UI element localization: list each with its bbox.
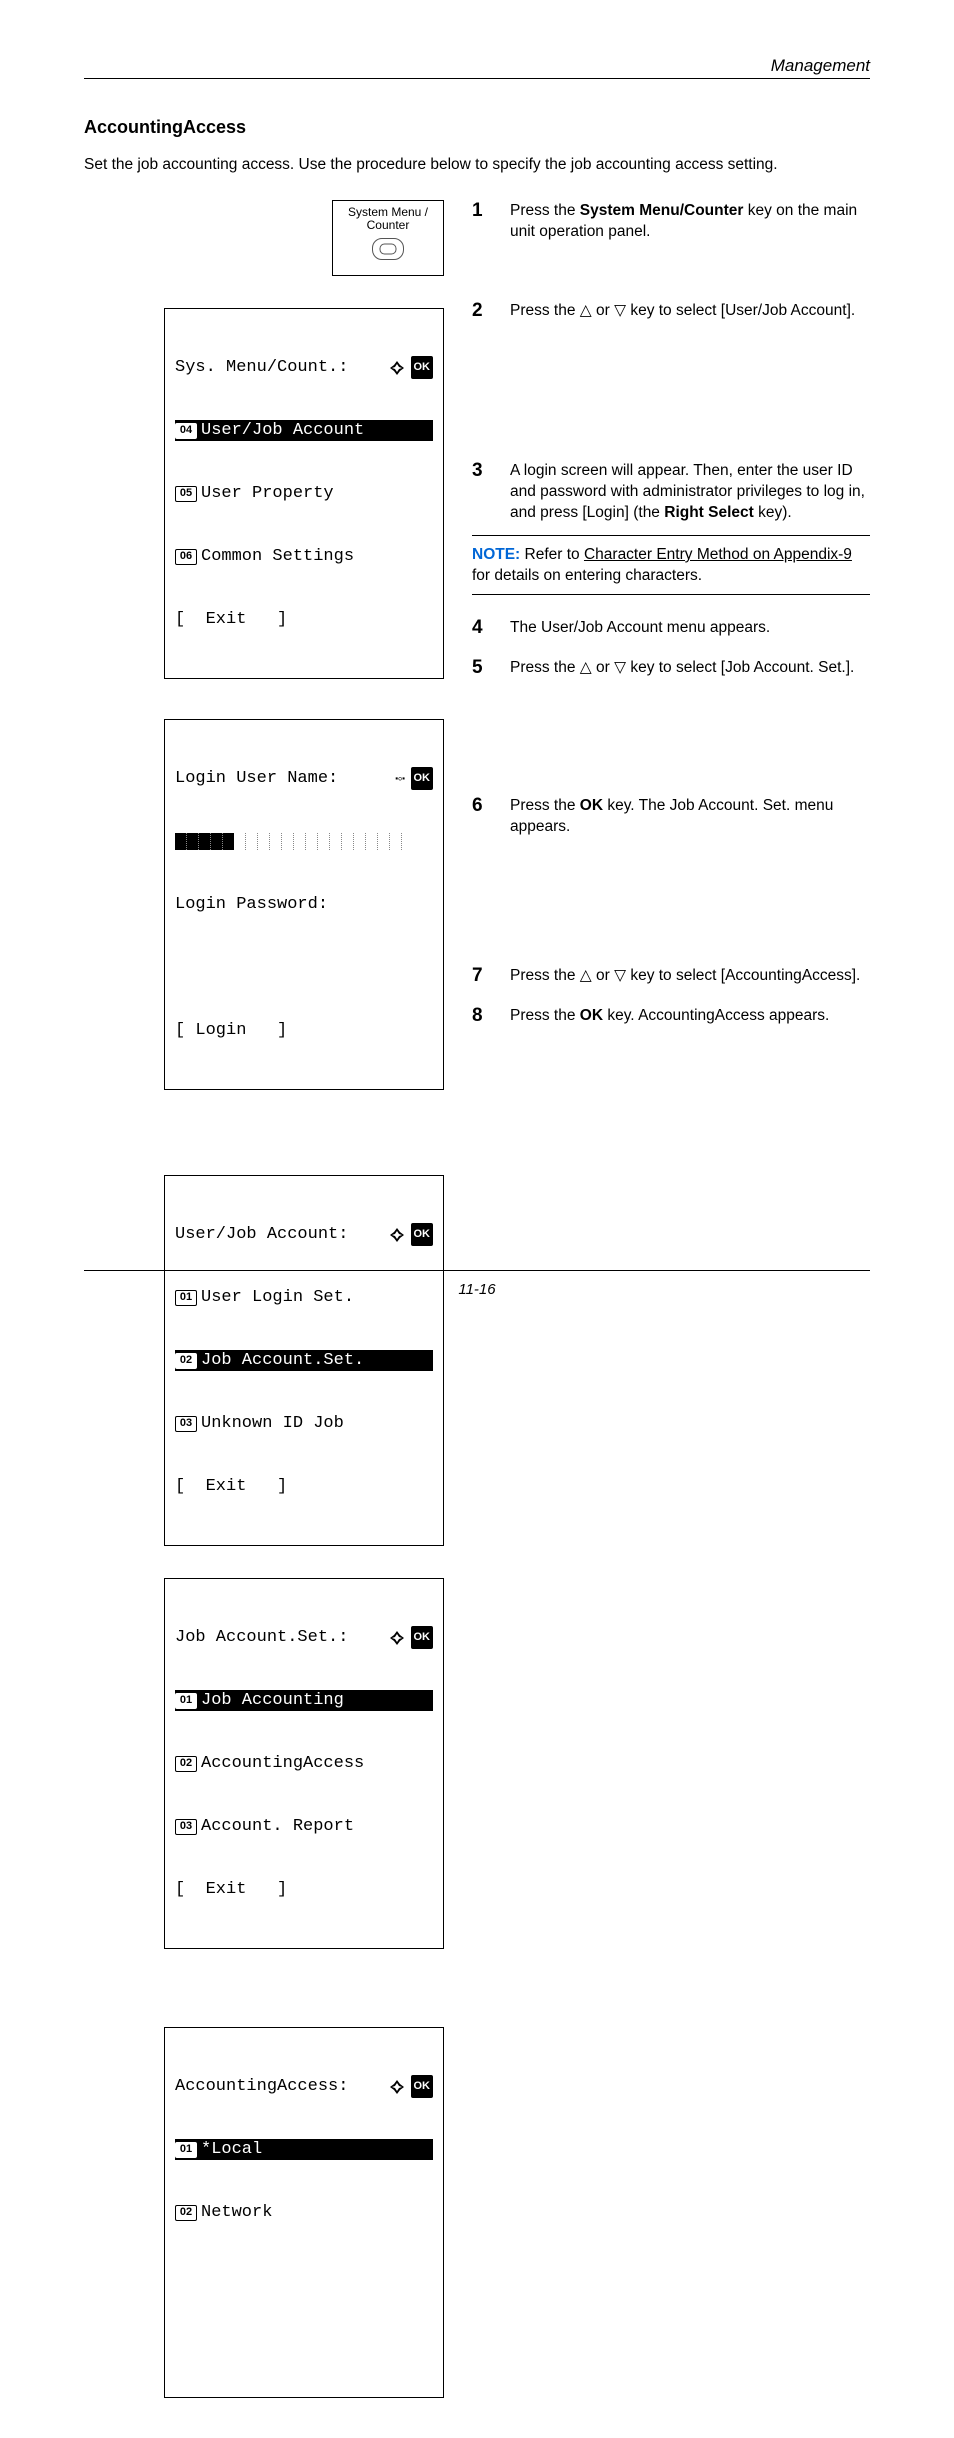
menu-label: *Local <box>201 2139 262 2160</box>
menu-label: Job Account.Set. <box>201 1350 364 1371</box>
step-7: 7 Press the △ or ▽ key to select [Accoun… <box>472 965 870 987</box>
step-text: Press the △ or ▽ key to select [Accounti… <box>510 967 860 984</box>
header-rule <box>84 78 870 79</box>
nav-ok-icon: OK <box>389 1626 434 1649</box>
menu-num: 06 <box>175 549 197 565</box>
lcd-job-account-set: Job Account.Set.: OK 01Job Accounting 02… <box>164 1578 444 1949</box>
step-2: 2 Press the △ or ▽ key to select [User/J… <box>472 300 870 322</box>
note-post: for details on entering characters. <box>472 567 702 584</box>
step-bold: OK <box>580 1007 603 1024</box>
menu-label: Account. Report <box>201 1816 354 1837</box>
step-bold: Right Select <box>664 504 754 521</box>
note-label: NOTE: <box>472 546 520 563</box>
step-text: Press the △ or ▽ key to select [Job Acco… <box>510 659 854 676</box>
right-column: 1 Press the System Menu/Counter key on t… <box>472 200 870 2438</box>
step-3: 3 A login screen will appear. Then, ente… <box>472 460 870 523</box>
left-column: System Menu / Counter Sys. Menu/Count.: … <box>84 200 444 2438</box>
step-number: 4 <box>472 617 490 639</box>
step-bold: System Menu/Counter <box>580 202 744 219</box>
step-number: 7 <box>472 965 490 987</box>
softkey-login: [ Login ] <box>175 1020 433 1041</box>
step-number: 2 <box>472 300 490 322</box>
key-button-icon <box>372 238 404 260</box>
header-category: Management <box>84 56 870 76</box>
page-footer: 11-16 <box>0 1270 954 1298</box>
step-8: 8 Press the OK key. AccountingAccess app… <box>472 1005 870 1027</box>
step-text-post: key). <box>754 504 792 521</box>
menu-num: 04 <box>175 423 197 439</box>
lcd-title: Job Account.Set.: <box>175 1627 348 1648</box>
note-pre: Refer to <box>520 546 584 563</box>
step-number: 8 <box>472 1005 490 1027</box>
step-number: 3 <box>472 460 490 523</box>
lcd-title: Login User Name: <box>175 768 338 789</box>
lcd-sys-menu: Sys. Menu/Count.: OK 04User/Job Account … <box>164 308 444 679</box>
lcd-accounting-access: AccountingAccess: OK 01*Local 02Network <box>164 2027 444 2398</box>
menu-label: Network <box>201 2202 272 2223</box>
nav-ok-icon: OK <box>389 2075 434 2098</box>
note-link[interactable]: Character Entry Method on Appendix-9 <box>584 546 852 563</box>
step-5: 5 Press the △ or ▽ key to select [Job Ac… <box>472 657 870 679</box>
step-6: 6 Press the OK key. The Job Account. Set… <box>472 795 870 837</box>
lcd-title: Sys. Menu/Count.: <box>175 357 348 378</box>
menu-label: User/Job Account <box>201 420 364 441</box>
menu-num: 03 <box>175 1819 197 1835</box>
step-text-pre: Press the <box>510 1007 580 1024</box>
key-label-line2: Counter <box>333 219 443 232</box>
menu-num: 03 <box>175 1416 197 1432</box>
lcd-login: Login User Name: ∙◦∙ OK Login Password: … <box>164 719 444 1090</box>
menu-label: Job Accounting <box>201 1690 344 1711</box>
step-text-pre: Press the <box>510 797 580 814</box>
system-menu-counter-key: System Menu / Counter <box>332 200 444 276</box>
menu-label: AccountingAccess <box>201 1753 364 1774</box>
softkey-exit: [ Exit ] <box>175 1879 433 1900</box>
nav-ok-icon: OK <box>389 1223 434 1246</box>
step-text: Press the △ or ▽ key to select [User/Job… <box>510 302 855 319</box>
section-intro: Set the job accounting access. Use the p… <box>84 156 870 174</box>
menu-label: User Property <box>201 483 334 504</box>
menu-num: 02 <box>175 1756 197 1772</box>
login-input-cursor <box>175 833 234 850</box>
nav-ok-icon: ∙◦∙ OK <box>395 767 433 790</box>
section-title: AccountingAccess <box>84 117 870 138</box>
menu-num: 02 <box>175 2205 197 2221</box>
footer-rule <box>84 1270 870 1271</box>
lcd-user-job-account: User/Job Account: OK 01User Login Set. 0… <box>164 1175 444 1546</box>
step-text: The User/Job Account menu appears. <box>510 617 770 639</box>
step-4: 4 The User/Job Account menu appears. <box>472 617 870 639</box>
menu-num: 02 <box>175 1353 197 1369</box>
lcd-title: User/Job Account: <box>175 1224 348 1245</box>
step-number: 6 <box>472 795 490 837</box>
step-text-post: key. AccountingAccess appears. <box>603 1007 829 1024</box>
step-number: 1 <box>472 200 490 242</box>
menu-label: Common Settings <box>201 546 354 567</box>
softkey-exit: [ Exit ] <box>175 1476 433 1497</box>
menu-label: Unknown ID Job <box>201 1413 344 1434</box>
menu-num: 01 <box>175 1693 197 1709</box>
menu-num: 05 <box>175 486 197 502</box>
page-number: 11-16 <box>458 1281 495 1298</box>
step-text-pre: Press the <box>510 202 580 219</box>
lcd-title: AccountingAccess: <box>175 2076 348 2097</box>
step-bold: OK <box>580 797 603 814</box>
step-1: 1 Press the System Menu/Counter key on t… <box>472 200 870 242</box>
password-label: Login Password: <box>175 894 328 915</box>
note-box: NOTE: Refer to Character Entry Method on… <box>472 535 870 595</box>
login-input-rest <box>234 833 413 850</box>
softkey-exit: [ Exit ] <box>175 609 433 630</box>
nav-ok-icon: OK <box>389 356 434 379</box>
menu-num: 01 <box>175 2142 197 2158</box>
step-number: 5 <box>472 657 490 679</box>
